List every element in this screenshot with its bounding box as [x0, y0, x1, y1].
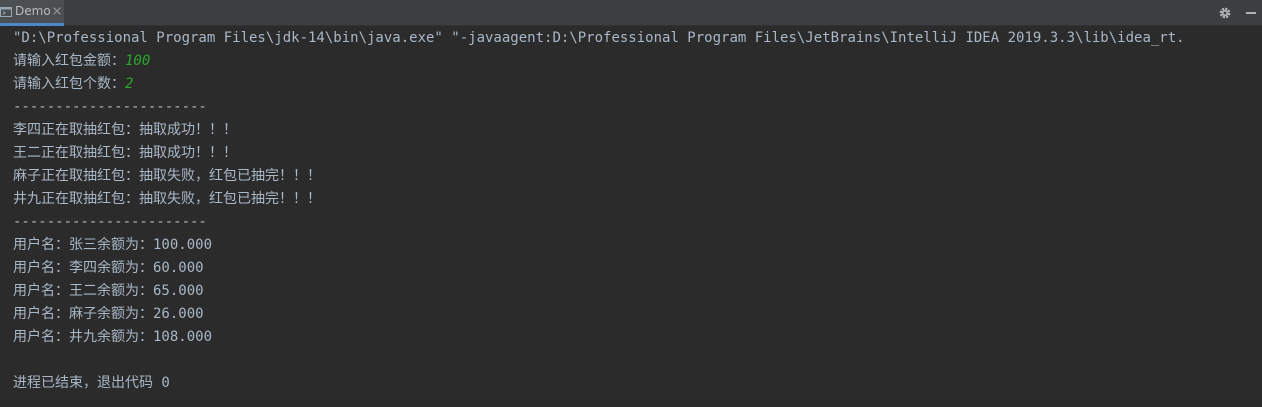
- tab-label: Demo: [15, 4, 51, 18]
- console-balance-line: 用户名：王二余额为：65.000: [13, 283, 204, 299]
- input-count: 2: [125, 76, 134, 92]
- console-separator: -----------------------: [13, 214, 207, 230]
- console-balance-line: 用户名：井九余额为：108.000: [13, 329, 213, 345]
- console-output[interactable]: "D:\Professional Program Files\jdk-14\bi…: [0, 27, 1262, 407]
- console-run-icon: [0, 7, 12, 17]
- run-tool-window-header: Demo: [0, 0, 1262, 26]
- console-separator: -----------------------: [13, 99, 207, 115]
- prompt-amount: 请输入红包金额：: [13, 53, 125, 69]
- console-draw-line: 麻子正在取抽红包：抽取失败，红包已抽完！！！: [13, 168, 321, 184]
- input-amount: 100: [125, 53, 151, 69]
- console-prompt-amount-line: 请输入红包金额：100: [13, 50, 150, 73]
- console-balance-line: 用户名：张三余额为：100.000: [13, 237, 213, 253]
- console-balance-line: 用户名：李四余额为：60.000: [13, 260, 204, 276]
- console-draw-line: 李四正在取抽红包：抽取成功！！！: [13, 122, 237, 138]
- console-exit-line: 进程已结束，退出代码 0: [13, 375, 170, 391]
- gear-icon[interactable]: [1218, 6, 1232, 20]
- tab-demo[interactable]: Demo: [0, 0, 64, 26]
- console-draw-line: 王二正在取抽红包：抽取成功！！！: [13, 145, 237, 161]
- console-balance-line: 用户名：麻子余额为：26.000: [13, 306, 204, 322]
- console-prompt-count-line: 请输入红包个数：2: [13, 73, 133, 96]
- console-draw-line: 井九正在取抽红包：抽取失败，红包已抽完！！！: [13, 191, 321, 207]
- minimize-icon[interactable]: [1244, 6, 1258, 20]
- console-command-line: "D:\Professional Program Files\jdk-14\bi…: [13, 30, 1185, 46]
- close-icon[interactable]: [52, 6, 62, 16]
- prompt-count: 请输入红包个数：: [13, 76, 125, 92]
